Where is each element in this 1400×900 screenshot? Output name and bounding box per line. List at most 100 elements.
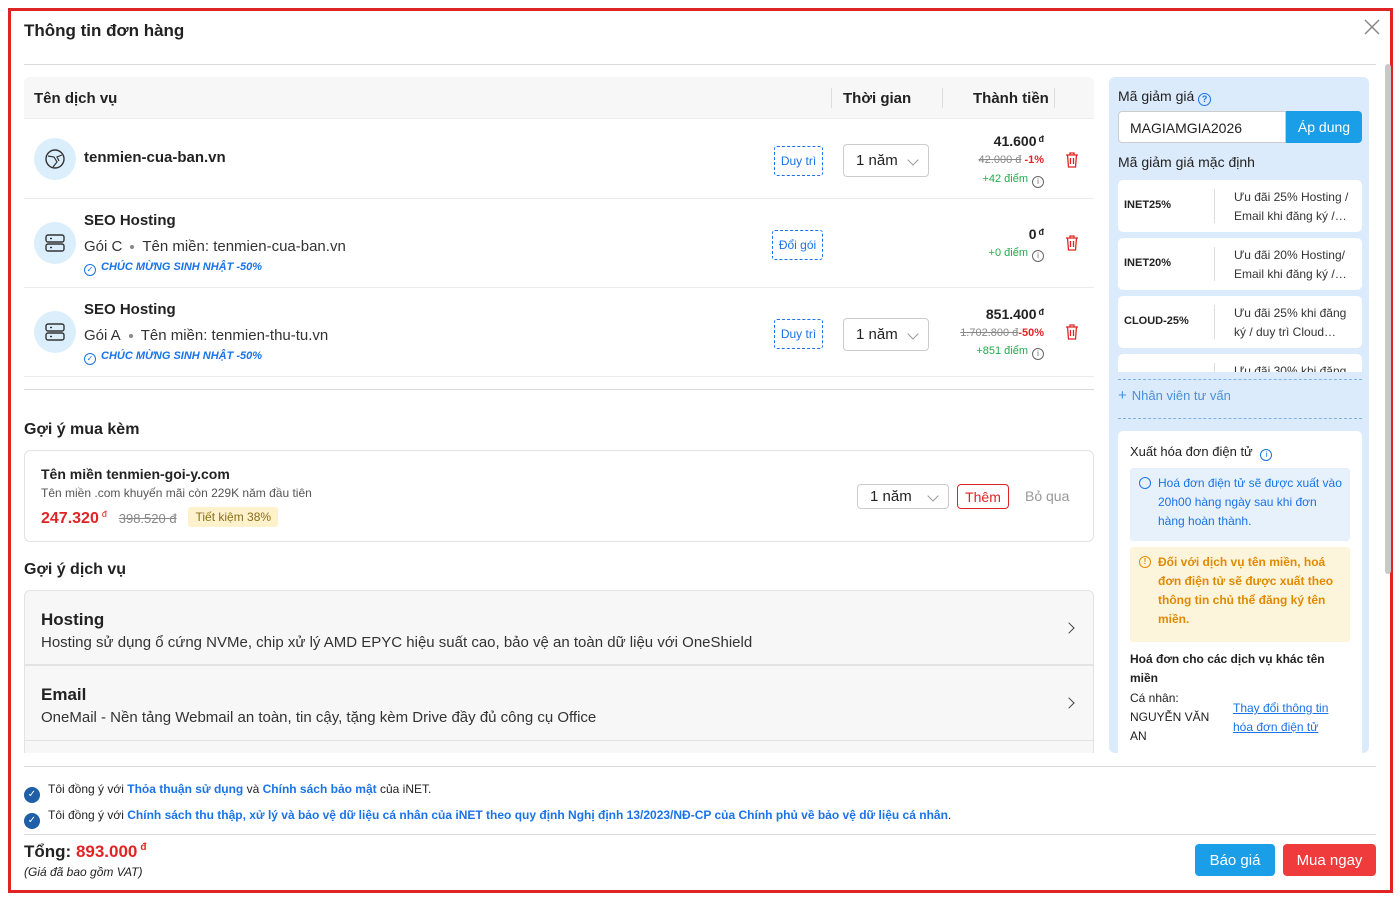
service-card-partial: [24, 740, 1094, 753]
footer-divider: [24, 766, 1376, 767]
upsell-old-price: 398.520 đ: [118, 511, 177, 526]
coupon-desc: Ưu đãi 20% Hosting/ Email khi đăng ký /…: [1234, 248, 1347, 281]
saving-badge: Tiết kiệm 38%: [188, 507, 279, 527]
agreement-data-policy[interactable]: ✓ Tôi đồng ý với Chính sách thu thập, xử …: [24, 808, 951, 829]
change-invoice-link[interactable]: Thay đổi thông tin hóa đơn điện tử: [1233, 699, 1345, 737]
plan-name: Gói C: [84, 238, 123, 255]
terms-link[interactable]: Thỏa thuận sử dụng: [127, 782, 243, 796]
price-value: 851.400: [985, 306, 1037, 322]
checkbox-checked-icon[interactable]: ✓: [24, 787, 40, 803]
info-icon[interactable]: i: [1032, 348, 1044, 360]
add-button[interactable]: Thêm: [957, 484, 1009, 509]
coupon-item[interactable]: INET25% Ưu đãi 25% Hosting / Email khi đ…: [1118, 180, 1362, 232]
quote-button[interactable]: Báo giá: [1195, 844, 1275, 876]
row-points: +42 điểm i: [982, 173, 1044, 188]
duration-select[interactable]: 1 năm: [857, 484, 949, 509]
trash-icon[interactable]: [1064, 323, 1080, 341]
check-circle-icon: ✓: [84, 264, 96, 276]
service-card-hosting[interactable]: Hosting Hosting sử dụng ổ cứng NVMe, chi…: [24, 590, 1094, 665]
upsell-name: Tên miền tenmien-goi-y.com: [41, 466, 230, 482]
invoice-time-note: Hoá đơn điện tử sẽ được xuất vào 20h00 h…: [1130, 468, 1350, 541]
coupon-code: CLOUD-25%: [1124, 315, 1189, 327]
discount-badge: -50%: [1018, 327, 1044, 339]
col-divider: [831, 88, 832, 108]
info-icon[interactable]: i: [1032, 250, 1044, 262]
coupon-item[interactable]: INET20% Ưu đãi 20% Hosting/ Email khi đă…: [1118, 238, 1362, 290]
data-policy-link[interactable]: Chính sách thu thập, xử lý và bảo vệ dữ …: [127, 808, 948, 822]
staff-link[interactable]: + Nhân viên tư vấn: [1118, 387, 1231, 404]
price-value: 41.600: [993, 133, 1037, 149]
service-card-email[interactable]: Email OneMail - Nền tảng Webmail an toàn…: [24, 665, 1094, 741]
row-price: 41.600 đ: [994, 133, 1044, 149]
plan-name: Gói A: [84, 327, 121, 344]
discount-badge: -1%: [1024, 154, 1044, 166]
renew-button[interactable]: Duy trì: [774, 146, 823, 176]
coupon-desc: Ưu đãi 30% khi đăng: [1234, 364, 1347, 372]
col-service: Tên dịch vụ: [34, 90, 118, 107]
chevron-down-icon: [907, 154, 919, 166]
total-divider: [24, 834, 1376, 835]
total-value: 893.000: [75, 842, 138, 861]
close-icon[interactable]: [1362, 17, 1382, 37]
service-card-desc: OneMail - Nền tảng Webmail an toàn, tin …: [41, 709, 597, 726]
service-card-title: Hosting: [41, 610, 105, 629]
coupon-label-text: Mã giảm giá: [1118, 88, 1195, 104]
coupon-label: Mã giảm giá ?: [1118, 88, 1212, 106]
chevron-right-icon: [1063, 622, 1075, 634]
service-detail: Gói C Tên miền: tenmien-cua-ban.vn: [84, 238, 346, 255]
alert-icon: !: [1139, 556, 1151, 568]
invoice-title-text: Xuất hóa đơn điện tử: [1130, 444, 1253, 459]
server-icon: [34, 311, 76, 353]
coupon-item[interactable]: CLOUD-25% Ưu đãi 25% khi đăng ký / duy t…: [1118, 296, 1362, 348]
scrollbar[interactable]: [1385, 64, 1391, 574]
row-points: +851 điểm i: [976, 345, 1044, 360]
info-icon[interactable]: i: [1032, 176, 1044, 188]
upsell-desc: Tên miền .com khuyến mãi còn 229K năm đầ…: [41, 486, 312, 500]
agree-text: Tôi đồng ý với: [48, 782, 128, 796]
apply-coupon-button[interactable]: Áp dung: [1286, 111, 1362, 143]
coupon-panel: Mã giảm giá ? MAGIAMGIA2026 Áp dung Mã g…: [1109, 77, 1369, 753]
agreement-terms[interactable]: ✓ Tôi đồng ý với Thỏa thuận sử dụng và Ch…: [24, 782, 431, 803]
duration-value: 1 năm: [870, 488, 912, 505]
currency: đ: [1038, 227, 1045, 237]
service-name: SEO Hosting: [84, 301, 176, 318]
info-icon[interactable]: i: [1260, 449, 1273, 461]
price-value: 0: [1028, 226, 1037, 242]
invoice-box: Xuất hóa đơn điện tử i Hoá đơn điện tử s…: [1118, 431, 1362, 753]
currency: đ: [1038, 307, 1045, 317]
promo-label: ✓ CHÚC MỪNG SINH NHẬT -50%: [84, 350, 262, 365]
trash-icon[interactable]: [1064, 234, 1080, 252]
upsell-price-line: 247.320 đ 398.520 đ Tiết kiệm 38%: [41, 507, 279, 528]
row-points: +0 điểm i: [989, 247, 1044, 262]
section-divider: [24, 389, 1094, 390]
coupon-code: INET20%: [1124, 257, 1172, 269]
invoice-other-title: Hoá đơn cho các dịch vụ khác tên miền: [1130, 652, 1325, 685]
total-label: Tổng:: [24, 842, 72, 861]
services-title: Gợi ý dịch vụ: [24, 561, 127, 578]
staff-label: Nhân viên tư vấn: [1131, 388, 1231, 403]
check-circle-icon: ✓: [84, 353, 96, 365]
duration-select[interactable]: 1 năm: [843, 144, 929, 177]
skip-button[interactable]: Bỏ qua: [1025, 488, 1069, 504]
trash-icon[interactable]: [1064, 151, 1080, 169]
invoice-person: Cá nhân: NGUYỄN VĂN AN: [1130, 689, 1222, 746]
order-total: Tổng: 893.000 đ: [24, 842, 147, 862]
currency: đ: [140, 842, 147, 854]
renew-button[interactable]: Duy trì: [774, 319, 823, 349]
person-name: NGUYỄN VĂN AN: [1130, 710, 1210, 743]
col-amount: Thành tiền: [973, 90, 1049, 107]
order-table-header: Tên dịch vụ Thời gian Thành tiền: [24, 77, 1094, 119]
old-price: 1.702.800 đ: [960, 327, 1019, 339]
change-plan-button[interactable]: Đổi gói: [772, 230, 823, 260]
coupon-input[interactable]: MAGIAMGIA2026: [1118, 111, 1286, 143]
duration-select[interactable]: 1 năm: [843, 318, 929, 351]
checkbox-checked-icon[interactable]: ✓: [24, 813, 40, 829]
help-icon[interactable]: ?: [1198, 93, 1212, 106]
buy-now-button[interactable]: Mua ngay: [1283, 844, 1376, 876]
service-card-title: Email: [41, 685, 87, 704]
privacy-link[interactable]: Chính sách bảo mật: [263, 782, 377, 796]
promo-label: ✓ CHÚC MỪNG SINH NHẬT -50%: [84, 261, 262, 276]
agree-text: và: [243, 782, 263, 796]
dialog-title: Thông tin đơn hàng: [24, 21, 185, 40]
coupon-item[interactable]: Ưu đãi 30% khi đăng: [1118, 354, 1362, 372]
